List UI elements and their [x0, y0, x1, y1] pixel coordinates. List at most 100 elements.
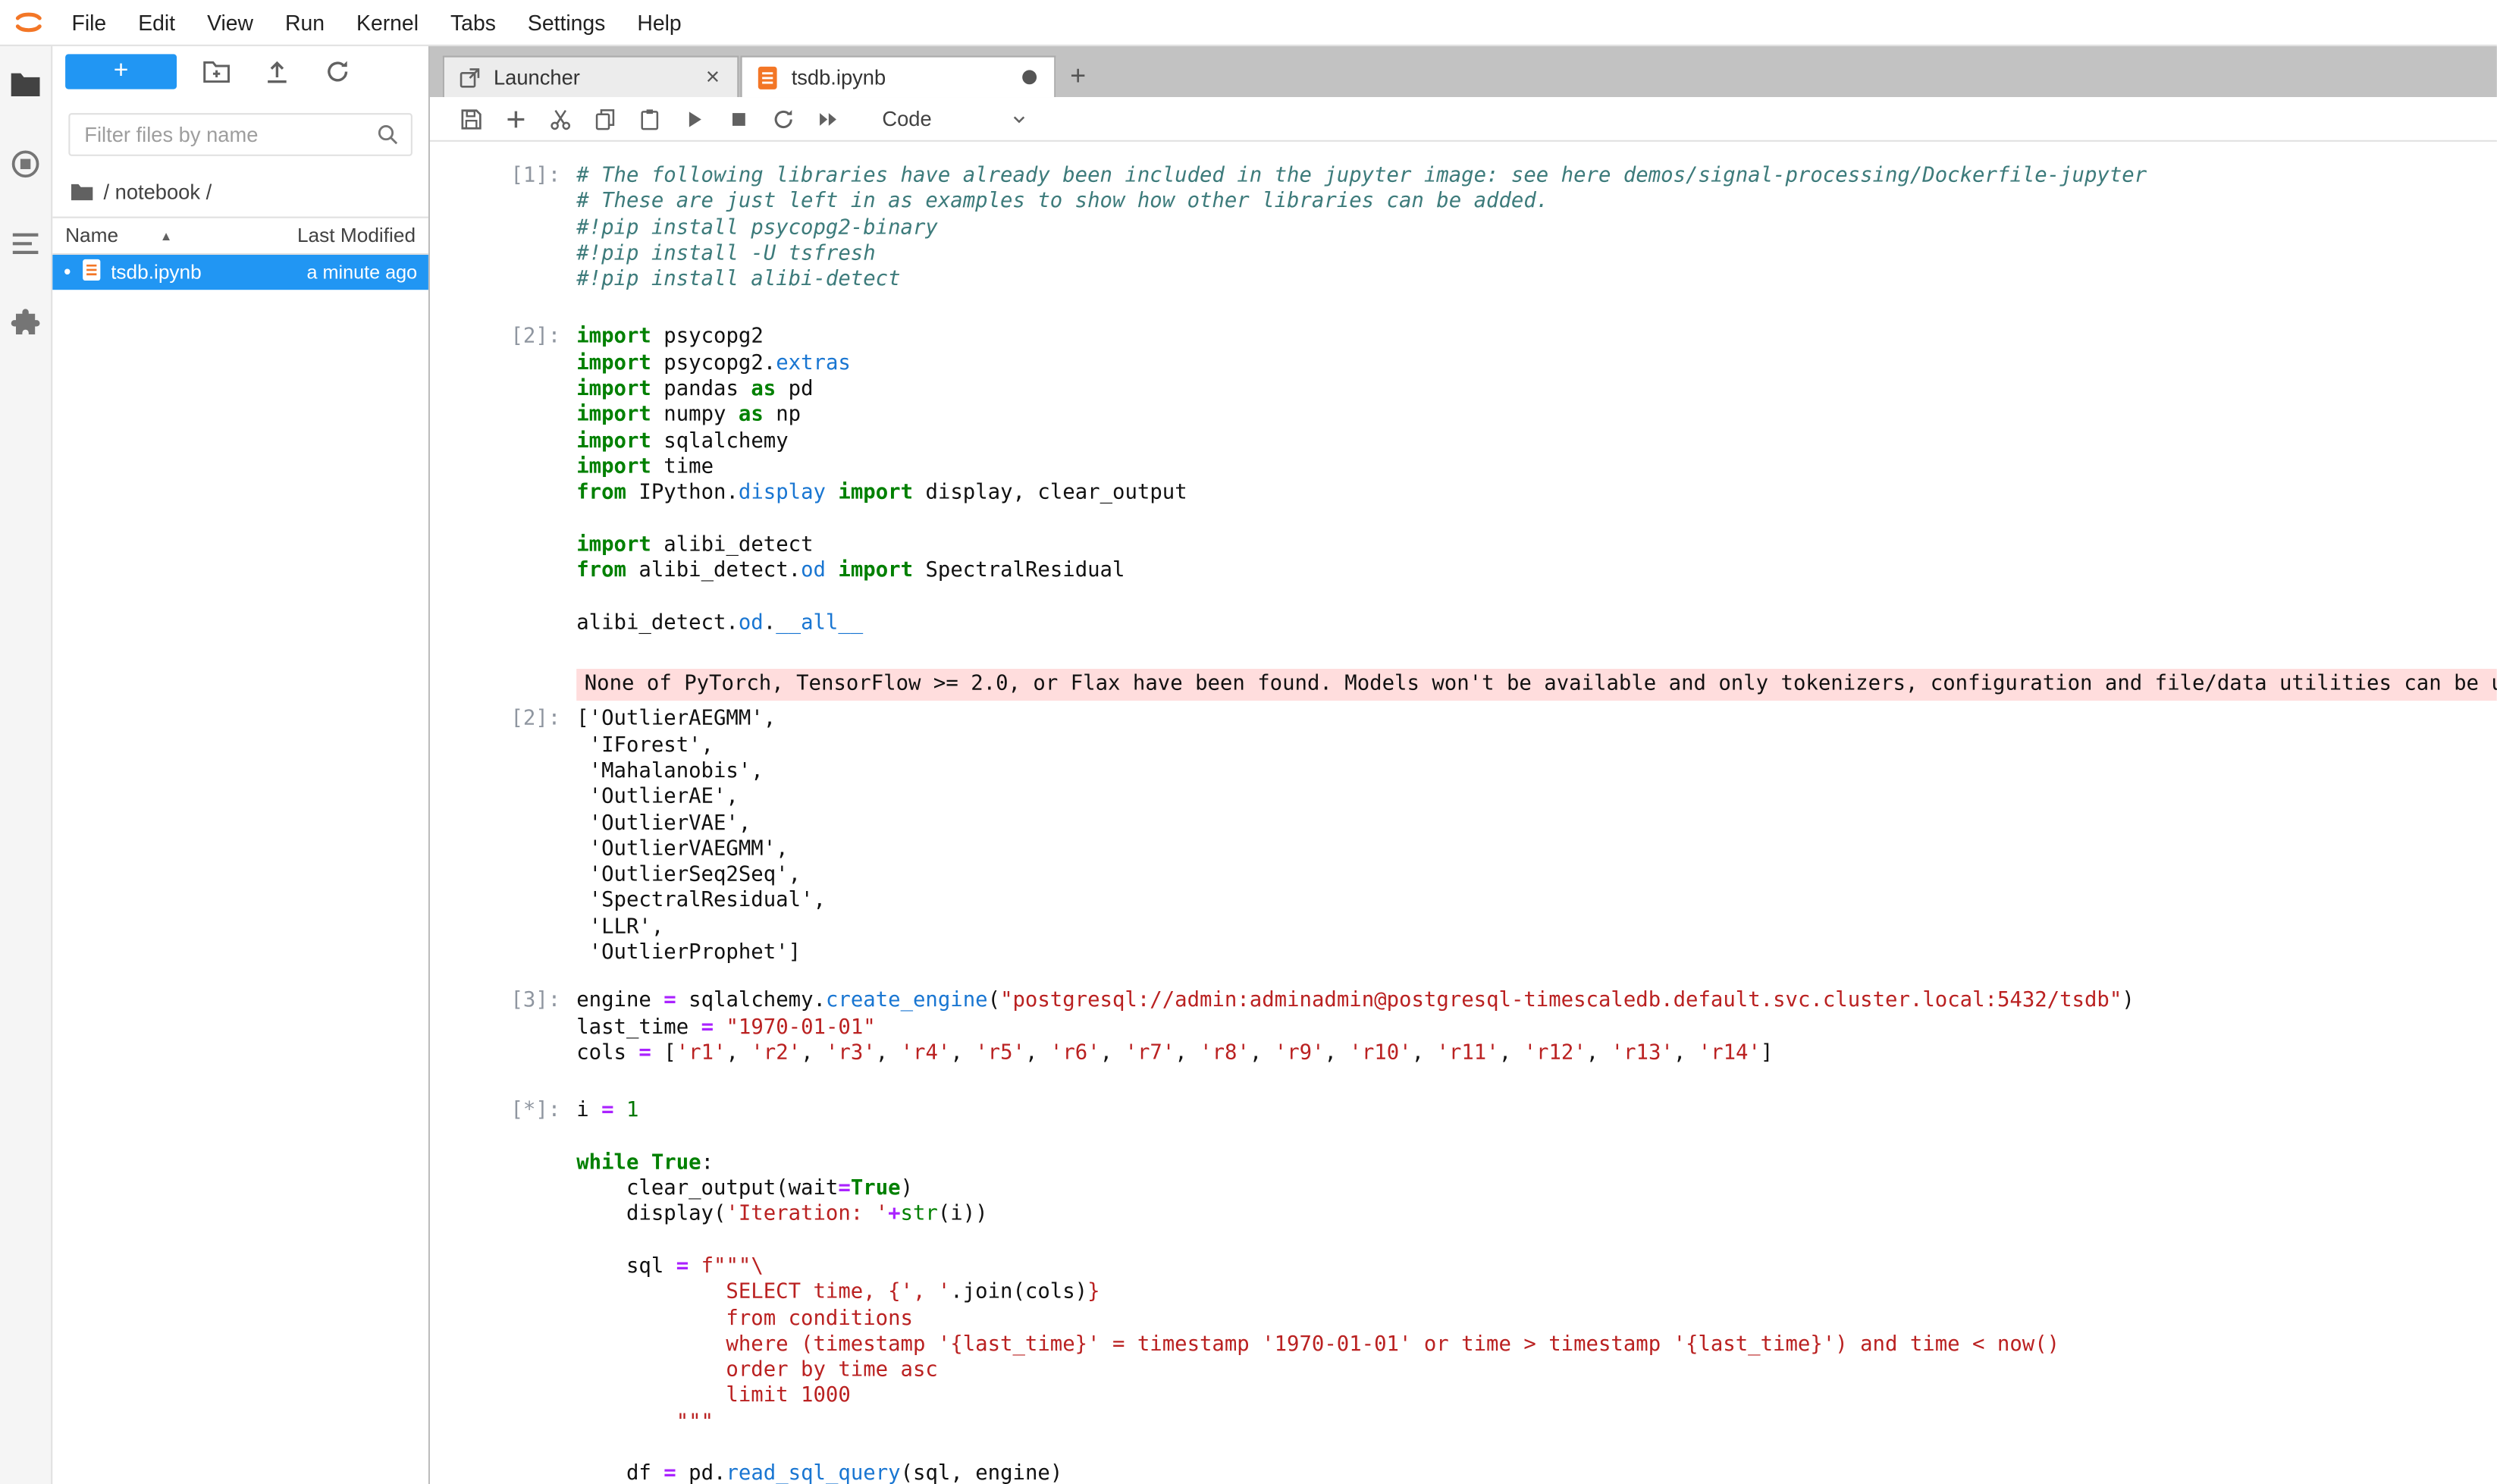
execution-count: [2]: — [430, 707, 576, 967]
table-of-contents-icon — [10, 229, 42, 258]
refresh-file-list-button[interactable] — [317, 52, 359, 90]
restart-kernel-button[interactable] — [761, 99, 806, 137]
code-line: # These are just left in as examples to … — [576, 190, 2497, 216]
code-line: alibi_detect.od.__all__ — [576, 611, 2497, 637]
cell-editor[interactable]: i = 1 while True: clear_output(wait=True… — [576, 1099, 2497, 1484]
notebook-toolbar: Code — [430, 97, 2497, 142]
file-modified-time: a minute ago — [306, 261, 417, 283]
notebook-content[interactable]: [1]:# The following libraries have alrea… — [430, 142, 2497, 1484]
restart-run-all-button[interactable] — [806, 99, 851, 137]
refresh-icon — [323, 58, 352, 86]
output-line: 'IForest', — [576, 733, 2497, 759]
output-line: 'OutlierProphet'] — [576, 941, 2497, 967]
code-line: import pandas as pd — [576, 378, 2497, 403]
file-browser-panel: + — [52, 46, 430, 1484]
new-tab-button[interactable]: + — [1057, 56, 1099, 98]
menu-tabs[interactable]: Tabs — [434, 11, 512, 34]
menu-settings[interactable]: Settings — [512, 11, 621, 34]
code-line — [576, 585, 2497, 611]
code-line: # The following libraries have already b… — [576, 164, 2497, 190]
save-button[interactable] — [449, 99, 494, 137]
output-line: 'OutlierVAE', — [576, 811, 2497, 837]
copy-cells-button[interactable] — [583, 99, 628, 137]
plus-icon — [503, 106, 529, 132]
code-line: #!pip install alibi-detect — [576, 268, 2497, 293]
cell-editor[interactable]: # The following libraries have already b… — [576, 164, 2497, 293]
cut-cells-button[interactable] — [538, 99, 583, 137]
code-line: cols = ['r1', 'r2', 'r3', 'r4', 'r5', 'r… — [576, 1041, 2497, 1067]
new-launcher-button[interactable]: + — [65, 54, 177, 89]
code-line: sql = f"""\ — [576, 1255, 2497, 1281]
stderr-output-cell[interactable]: None of PyTorch, TensorFlow >= 2.0, or F… — [430, 669, 2497, 701]
output-line: ['OutlierAEGMM', — [576, 707, 2497, 733]
code-line: from IPython.display import display, cle… — [576, 482, 2497, 507]
code-cell[interactable]: [1]:# The following libraries have alrea… — [430, 164, 2497, 293]
upload-icon — [262, 58, 291, 86]
run-cell-button[interactable] — [672, 99, 717, 137]
breadcrumb[interactable]: / notebook / — [52, 172, 428, 210]
cell-output-area: None of PyTorch, TensorFlow >= 2.0, or F… — [576, 669, 2497, 701]
code-line: import alibi_detect — [576, 533, 2497, 559]
code-line: import psycopg2 — [576, 325, 2497, 351]
output-line: 'SpectralResidual', — [576, 889, 2497, 915]
cell-editor[interactable]: engine = sqlalchemy.create_engine("postg… — [576, 990, 2497, 1068]
copy-icon — [592, 106, 618, 132]
file-row-tsdb-ipynb[interactable]: • tsdb.ipynb a minute ago — [52, 255, 428, 290]
menu-help[interactable]: Help — [621, 11, 697, 34]
code-line: engine = sqlalchemy.create_engine("postg… — [576, 990, 2497, 1015]
code-line: df = pd.read_sql_query(sql, engine) — [576, 1463, 2497, 1484]
tab-launcher[interactable]: Launcher × — [443, 56, 739, 98]
tab-label: tsdb.ipynb — [792, 65, 1010, 89]
cell-type-select[interactable]: Code — [873, 107, 1038, 131]
tab-tsdb-notebook[interactable]: tsdb.ipynb — [740, 56, 1056, 98]
file-filter-input[interactable] — [81, 121, 375, 149]
column-name[interactable]: Name — [65, 224, 118, 246]
code-line — [576, 507, 2497, 533]
column-last-modified[interactable]: Last Modified — [297, 224, 416, 246]
menu-view[interactable]: View — [191, 11, 269, 34]
code-line — [576, 1125, 2497, 1151]
tab-label: Launcher — [494, 65, 690, 89]
file-filter-box[interactable] — [68, 113, 413, 156]
execution-count: [1]: — [430, 164, 576, 293]
code-line: SELECT time, {', '.join(cols)} — [576, 1281, 2497, 1307]
sidebar-extensions-button[interactable] — [6, 307, 44, 339]
sidebar-running-button[interactable] — [6, 148, 44, 180]
code-line: import numpy as np — [576, 403, 2497, 429]
menu-file[interactable]: File — [56, 11, 123, 34]
upload-button[interactable] — [256, 52, 298, 90]
execution-count: [3]: — [430, 990, 576, 1068]
restart-icon — [770, 106, 796, 132]
code-cell[interactable]: [3]:engine = sqlalchemy.create_engine("p… — [430, 990, 2497, 1068]
notebook-icon — [756, 64, 778, 90]
menu-kernel[interactable]: Kernel — [340, 11, 434, 34]
sidebar-toc-button[interactable] — [6, 227, 44, 259]
cell-editor[interactable]: import psycopg2import psycopg2.extrasimp… — [576, 325, 2497, 637]
menu-run[interactable]: Run — [269, 11, 340, 34]
paste-icon — [637, 106, 663, 132]
code-cell[interactable]: [2]:import psycopg2import psycopg2.extra… — [430, 325, 2497, 637]
add-cell-button[interactable] — [494, 99, 538, 137]
fast-forward-icon — [815, 106, 841, 132]
paste-cells-button[interactable] — [627, 99, 672, 137]
unsaved-changes-dot[interactable] — [1022, 70, 1037, 84]
close-icon[interactable]: × — [703, 65, 723, 89]
code-cell[interactable]: [*]:i = 1 while True: clear_output(wait=… — [430, 1099, 2497, 1484]
file-list-header: Name ▲ Last Modified — [52, 217, 428, 255]
code-line: import psycopg2.extras — [576, 352, 2497, 378]
output-line: 'OutlierAE', — [576, 786, 2497, 811]
code-line: display('Iteration: '+str(i)) — [576, 1203, 2497, 1228]
execution-count — [430, 669, 576, 701]
new-folder-button[interactable] — [196, 52, 237, 90]
save-icon — [459, 106, 485, 132]
running-sessions-icon — [10, 148, 42, 180]
run-icon — [682, 106, 707, 132]
result-output-cell[interactable]: [2]:['OutlierAEGMM', 'IForest', 'Mahalan… — [430, 707, 2497, 967]
sidebar-files-button[interactable] — [6, 68, 44, 100]
menu-edit[interactable]: Edit — [122, 11, 191, 34]
execution-count: [*]: — [430, 1099, 576, 1484]
interrupt-kernel-button[interactable] — [717, 99, 761, 137]
code-line: from alibi_detect.od import SpectralResi… — [576, 559, 2497, 585]
code-line: clear_output(wait=True) — [576, 1177, 2497, 1203]
output-line: 'OutlierVAEGMM', — [576, 837, 2497, 863]
